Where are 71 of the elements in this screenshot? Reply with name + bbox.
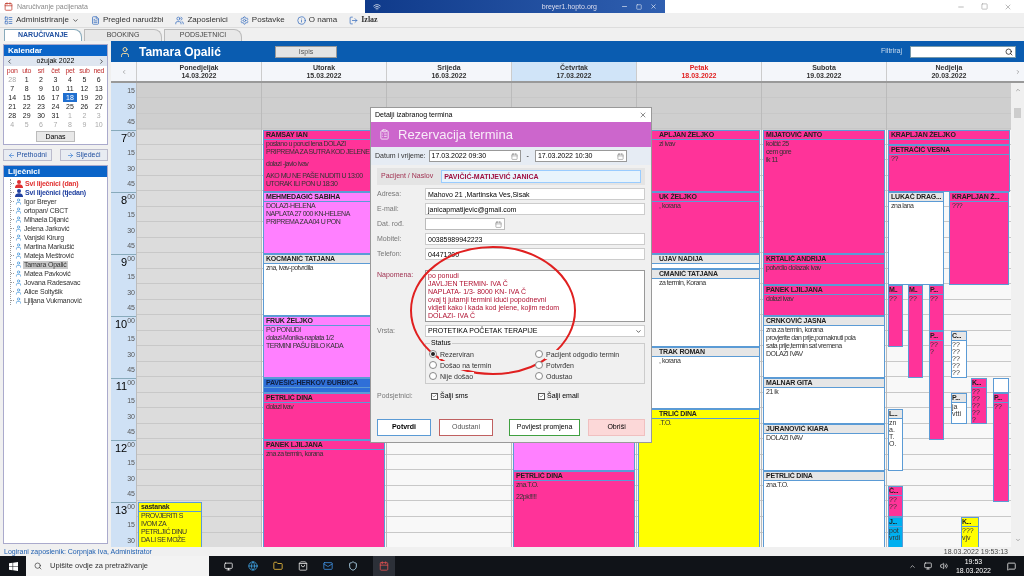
panel-header: Kalendar (4, 45, 107, 56)
calendar-icon (510, 152, 518, 160)
menu-icon (239, 15, 249, 25)
next-month-icon[interactable] (98, 57, 105, 65)
signal-icon (373, 2, 381, 11)
date-field[interactable] (425, 218, 505, 230)
checkbox[interactable] (431, 392, 438, 400)
close-icon[interactable] (1004, 2, 1012, 11)
search-icon (1005, 47, 1013, 56)
clipboard-icon (379, 129, 390, 140)
doctor-avatar-icon (119, 45, 131, 58)
calendar-icon (495, 220, 502, 228)
doctor-icon (15, 198, 22, 205)
notifications-icon[interactable] (1007, 561, 1016, 571)
caret-icon (635, 327, 642, 335)
menu-icon (296, 15, 306, 25)
folder-icon[interactable] (273, 561, 283, 571)
shield-icon[interactable] (348, 561, 358, 571)
doctor-icon (15, 297, 22, 304)
arrow-left-icon (7, 151, 15, 159)
menu-item[interactable]: O nama (308, 14, 338, 26)
menu-item[interactable]: Zaposlenici (187, 14, 228, 26)
doctor-icon (15, 243, 22, 250)
doctor-icon (15, 288, 22, 295)
radio-button[interactable] (429, 350, 437, 358)
filter-field[interactable] (910, 45, 1016, 58)
doctor-icon (15, 279, 22, 286)
menu-item[interactable]: Postavke (251, 14, 285, 26)
task-view-icon[interactable] (224, 561, 233, 571)
doctor-icon (15, 252, 22, 259)
app-icon (4, 2, 13, 11)
menu-icon (90, 15, 100, 25)
minimize-icon[interactable] (621, 3, 628, 10)
menu-icon (4, 15, 13, 25)
doctor-icon (15, 207, 22, 214)
browser-icon[interactable] (248, 561, 258, 571)
doctor-icon (15, 225, 22, 232)
mail-icon[interactable] (323, 561, 333, 571)
arrow-right-icon (67, 151, 74, 159)
menu-item[interactable]: Pregled narudžbi (102, 14, 164, 26)
radio-button[interactable] (429, 372, 437, 380)
scrollbar-thumb[interactable] (1014, 108, 1021, 118)
store-icon[interactable] (298, 561, 308, 571)
dialog-heading: Rezervacija termina (398, 125, 513, 144)
menu-icon (175, 15, 185, 25)
doctor-icon (15, 270, 22, 277)
doctor-icon (15, 234, 22, 241)
search-icon (34, 562, 42, 570)
checkbox[interactable] (538, 392, 545, 400)
radio-button[interactable] (429, 361, 437, 369)
menu-item[interactable]: Administriranje (16, 14, 69, 26)
calendar-app-icon[interactable] (373, 556, 395, 576)
menu-item[interactable]: Izlaz (361, 14, 378, 26)
previous-month-icon[interactable] (6, 57, 13, 65)
doctor-icon (15, 216, 22, 223)
caret-icon (71, 16, 79, 24)
doctor-icon (15, 261, 22, 268)
doctor-name: Tamara Opalić (139, 43, 222, 61)
tray-expand-icon[interactable] (908, 562, 916, 570)
close-icon[interactable] (639, 111, 647, 119)
menu-icon (349, 15, 359, 25)
calendar-icon (616, 152, 624, 160)
volume-icon[interactable] (939, 562, 948, 570)
restore-icon[interactable] (636, 3, 642, 10)
windows-logo-icon[interactable] (8, 561, 18, 571)
panel-header: Liječnici (4, 166, 107, 177)
appointment-card[interactable] (993, 377, 1009, 393)
radio-button[interactable] (535, 350, 543, 358)
radio-button[interactable] (535, 372, 543, 380)
network-icon[interactable] (923, 562, 932, 570)
radio-button[interactable] (535, 361, 543, 369)
